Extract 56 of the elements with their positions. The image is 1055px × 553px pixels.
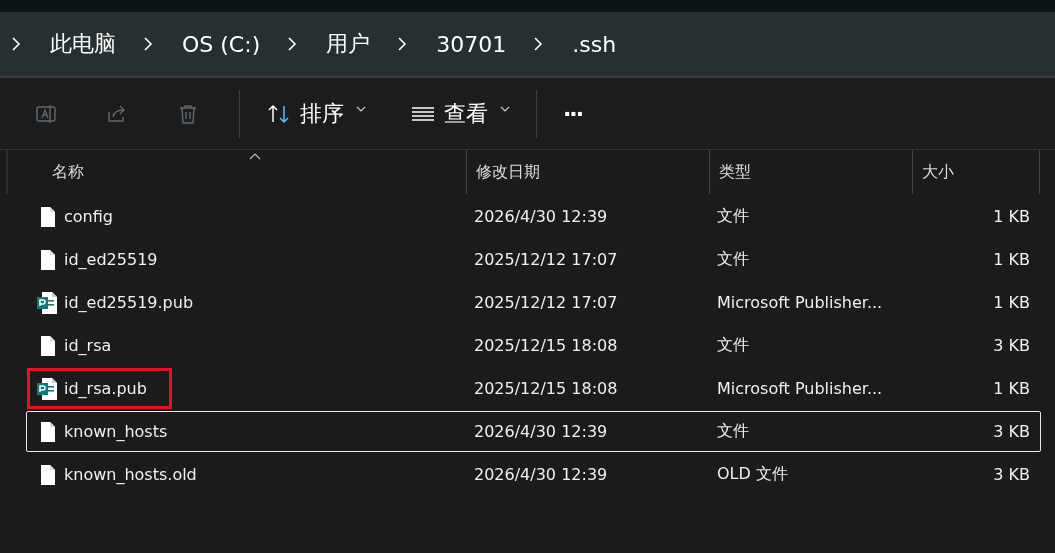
file-size: 1 KB [993, 293, 1030, 312]
file-name: known_hosts.old [64, 465, 197, 484]
more-button[interactable]: ··· [555, 95, 591, 132]
file-type: 文件 [717, 335, 749, 356]
breadcrumb-item[interactable]: 30701 [436, 31, 507, 57]
modified-date: 2025/12/12 17:07 [474, 293, 618, 312]
chevron-icon [532, 36, 545, 52]
modified-date: 2025/12/15 18:08 [474, 336, 618, 355]
publisher-file-icon [36, 376, 58, 401]
breadcrumb-item[interactable]: 此电脑 [50, 29, 116, 59]
column-header[interactable]: 修改日期 [467, 150, 710, 194]
sort-button[interactable]: 排序 [258, 92, 374, 135]
modified-date: 2025/12/15 18:08 [474, 379, 618, 398]
file-name: config [64, 207, 113, 226]
file-type: Microsoft Publisher... [717, 379, 883, 398]
breadcrumb-item[interactable]: .ssh [572, 31, 617, 57]
file-size: 1 KB [993, 207, 1030, 226]
modified-date: 2026/4/30 12:39 [474, 422, 608, 441]
file-name: id_rsa [64, 336, 112, 355]
file-size: 3 KB [993, 422, 1030, 441]
file-type: 文件 [717, 206, 749, 227]
caret-icon [356, 104, 366, 113]
breadcrumb-item[interactable]: OS (C:) [182, 31, 261, 57]
column-header[interactable]: 大小 [913, 150, 1040, 194]
file-type: OLD 文件 [717, 464, 788, 485]
file-name: id_ed25519 [64, 250, 158, 269]
file-row[interactable]: id_rsa.pub 2025/12/15 18:08 Microsoft Publisher... 1 KB [26, 368, 1041, 409]
modified-date: 2026/4/30 12:39 [474, 207, 608, 226]
file-row[interactable]: known_hosts.old 2026/4/30 12:39 OLD 文件 3 KB [26, 454, 1041, 495]
file-row[interactable]: config 2026/4/30 12:39 文件 1 KB [26, 196, 1041, 237]
chevron-icon [396, 36, 409, 52]
file-size: 1 KB [993, 379, 1030, 398]
file-type: 文件 [717, 249, 749, 270]
column-header[interactable]: 名称 [8, 150, 467, 194]
file-row[interactable]: id_rsa 2025/12/15 18:08 文件 3 KB [26, 325, 1041, 366]
caret-icon [500, 104, 510, 113]
file-row[interactable]: known_hosts 2026/4/30 12:39 文件 3 KB [26, 411, 1041, 452]
file-type: Microsoft Publisher... [717, 293, 883, 312]
chevron-icon [142, 36, 154, 52]
file-size: 1 KB [993, 250, 1030, 269]
modified-date: 2026/4/30 12:39 [474, 465, 608, 484]
file-name: id_rsa.pub [64, 379, 147, 398]
file-size: 3 KB [993, 465, 1030, 484]
file-size: 3 KB [993, 336, 1030, 355]
breadcrumb-item[interactable]: 用户 [326, 29, 371, 59]
chevron-icon [286, 36, 299, 52]
publisher-file-icon [36, 290, 58, 315]
column-header[interactable]: 类型 [710, 150, 913, 194]
chevron-icon [10, 36, 22, 52]
file-row[interactable]: id_ed25519 2025/12/12 17:07 文件 1 KB [26, 239, 1041, 280]
file-type: 文件 [717, 421, 749, 442]
file-name: id_ed25519.pub [64, 293, 194, 312]
file-name: known_hosts [64, 422, 168, 441]
view-button[interactable]: 查看 [402, 92, 518, 135]
modified-date: 2025/12/12 17:07 [474, 250, 618, 269]
file-row[interactable]: id_ed25519.pub 2025/12/12 17:07 Microsoft Publisher... 1 KB [26, 282, 1041, 323]
